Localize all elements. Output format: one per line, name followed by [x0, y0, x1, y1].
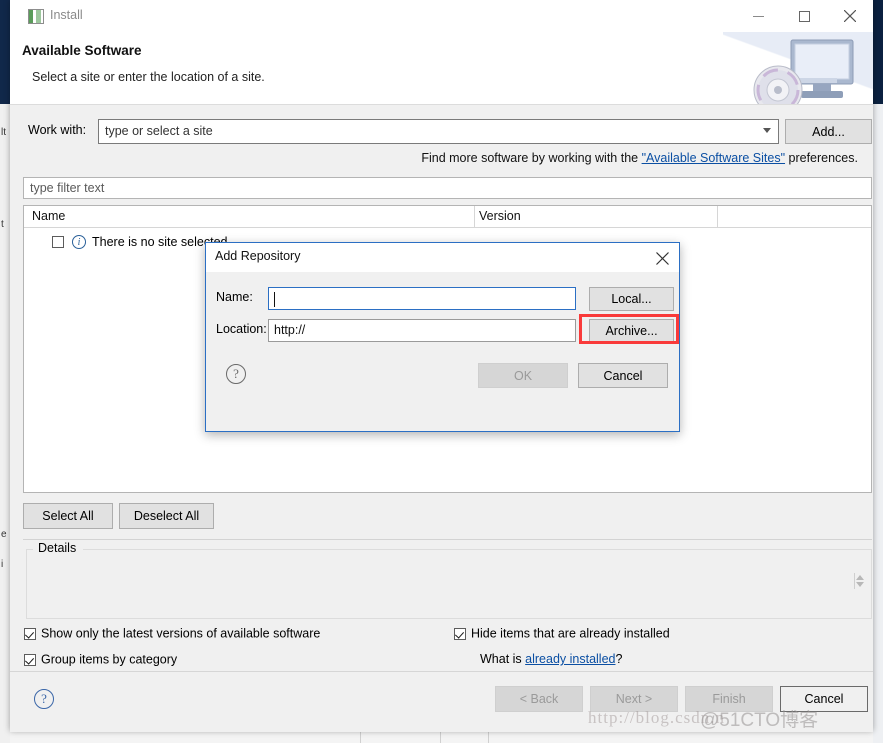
bg-fragment: lt — [1, 127, 6, 138]
details-group: Details — [26, 541, 872, 619]
divider — [23, 539, 872, 540]
name-label: Name: — [216, 290, 253, 304]
option-label: Group items by category — [41, 652, 178, 667]
location-value: http:// — [274, 323, 306, 337]
deselect-all-button[interactable]: Deselect All — [119, 503, 214, 529]
column-header-version[interactable]: Version — [479, 209, 521, 223]
page-subtitle: Select a site or enter the location of a… — [32, 70, 265, 84]
table-header: Name Version — [24, 206, 871, 228]
filter-placeholder: type filter text — [30, 181, 105, 195]
add-button[interactable]: Add... — [785, 119, 872, 144]
option-hide-installed[interactable]: Hide items that are already installed — [454, 626, 670, 641]
bg-fragment: t — [1, 219, 4, 230]
ok-button: OK — [478, 363, 568, 388]
option-label: Show only the latest versions of availab… — [41, 626, 321, 641]
page-title: Available Software — [22, 43, 142, 58]
wizard-header: Available Software Select a site or ente… — [10, 32, 873, 105]
work-with-row: Work with: type or select a site Add... — [10, 119, 873, 145]
details-legend: Details — [35, 541, 80, 555]
monitor-cd-icon — [723, 32, 873, 104]
cancel-button[interactable]: Cancel — [780, 686, 868, 712]
install-icon — [28, 9, 44, 24]
find-more-text: Find more software by working with the "… — [421, 151, 858, 165]
spinner-updown-icon[interactable] — [854, 573, 865, 595]
local-button[interactable]: Local... — [589, 287, 674, 311]
bg-fragment: i — [1, 559, 4, 570]
title-bar: Install — [10, 0, 873, 32]
available-software-sites-link[interactable]: "Available Software Sites" — [642, 151, 785, 165]
dialog-title: Add Repository — [215, 249, 301, 263]
already-installed-link[interactable]: already installed — [525, 652, 615, 666]
what-is-suffix: ? — [615, 652, 623, 666]
what-is-prefix: What is — [480, 652, 526, 666]
work-with-label: Work with: — [28, 123, 87, 137]
help-icon[interactable]: ? — [34, 689, 54, 709]
maximize-icon[interactable] — [781, 0, 827, 32]
window-title: Install — [50, 8, 83, 22]
option-show-latest-versions[interactable]: Show only the latest versions of availab… — [24, 626, 320, 641]
work-with-value: type or select a site — [105, 124, 213, 138]
location-input[interactable]: http:// — [268, 319, 576, 342]
row-checkbox[interactable] — [52, 236, 64, 248]
dialog-title-bar: Add Repository — [206, 243, 679, 272]
checkbox[interactable] — [24, 653, 36, 666]
what-is-already-installed: What is already installed? — [480, 652, 622, 666]
checkbox[interactable] — [24, 627, 36, 640]
wizard-footer: ? < Back Next > Finish Cancel — [10, 671, 873, 732]
window-controls — [735, 0, 873, 32]
info-icon: i — [72, 235, 86, 249]
minimize-icon[interactable] — [735, 0, 781, 32]
find-more-suffix: preferences. — [785, 151, 859, 165]
text-caret — [274, 292, 275, 307]
back-button: < Back — [495, 686, 583, 712]
find-more-prefix: Find more software by working with the — [421, 151, 642, 165]
option-label: Hide items that are already installed — [471, 626, 670, 641]
close-icon[interactable] — [651, 247, 673, 269]
filter-input[interactable]: type filter text — [23, 177, 872, 199]
option-group-by-category[interactable]: Group items by category — [24, 652, 177, 667]
archive-button-highlight — [579, 314, 679, 344]
column-header-name[interactable]: Name — [32, 209, 65, 223]
work-with-combo[interactable]: type or select a site — [98, 119, 779, 144]
bg-fragment: e — [1, 529, 7, 540]
dialog-help-icon[interactable]: ? — [226, 364, 246, 384]
chevron-down-icon — [763, 128, 771, 133]
finish-button: Finish — [685, 686, 773, 712]
location-label: Location: — [216, 322, 267, 336]
checkbox[interactable] — [454, 627, 466, 640]
name-input[interactable] — [268, 287, 576, 310]
select-all-button[interactable]: Select All — [23, 503, 113, 529]
next-button: Next > — [590, 686, 678, 712]
close-icon[interactable] — [827, 0, 873, 32]
dialog-cancel-button[interactable]: Cancel — [578, 363, 668, 388]
